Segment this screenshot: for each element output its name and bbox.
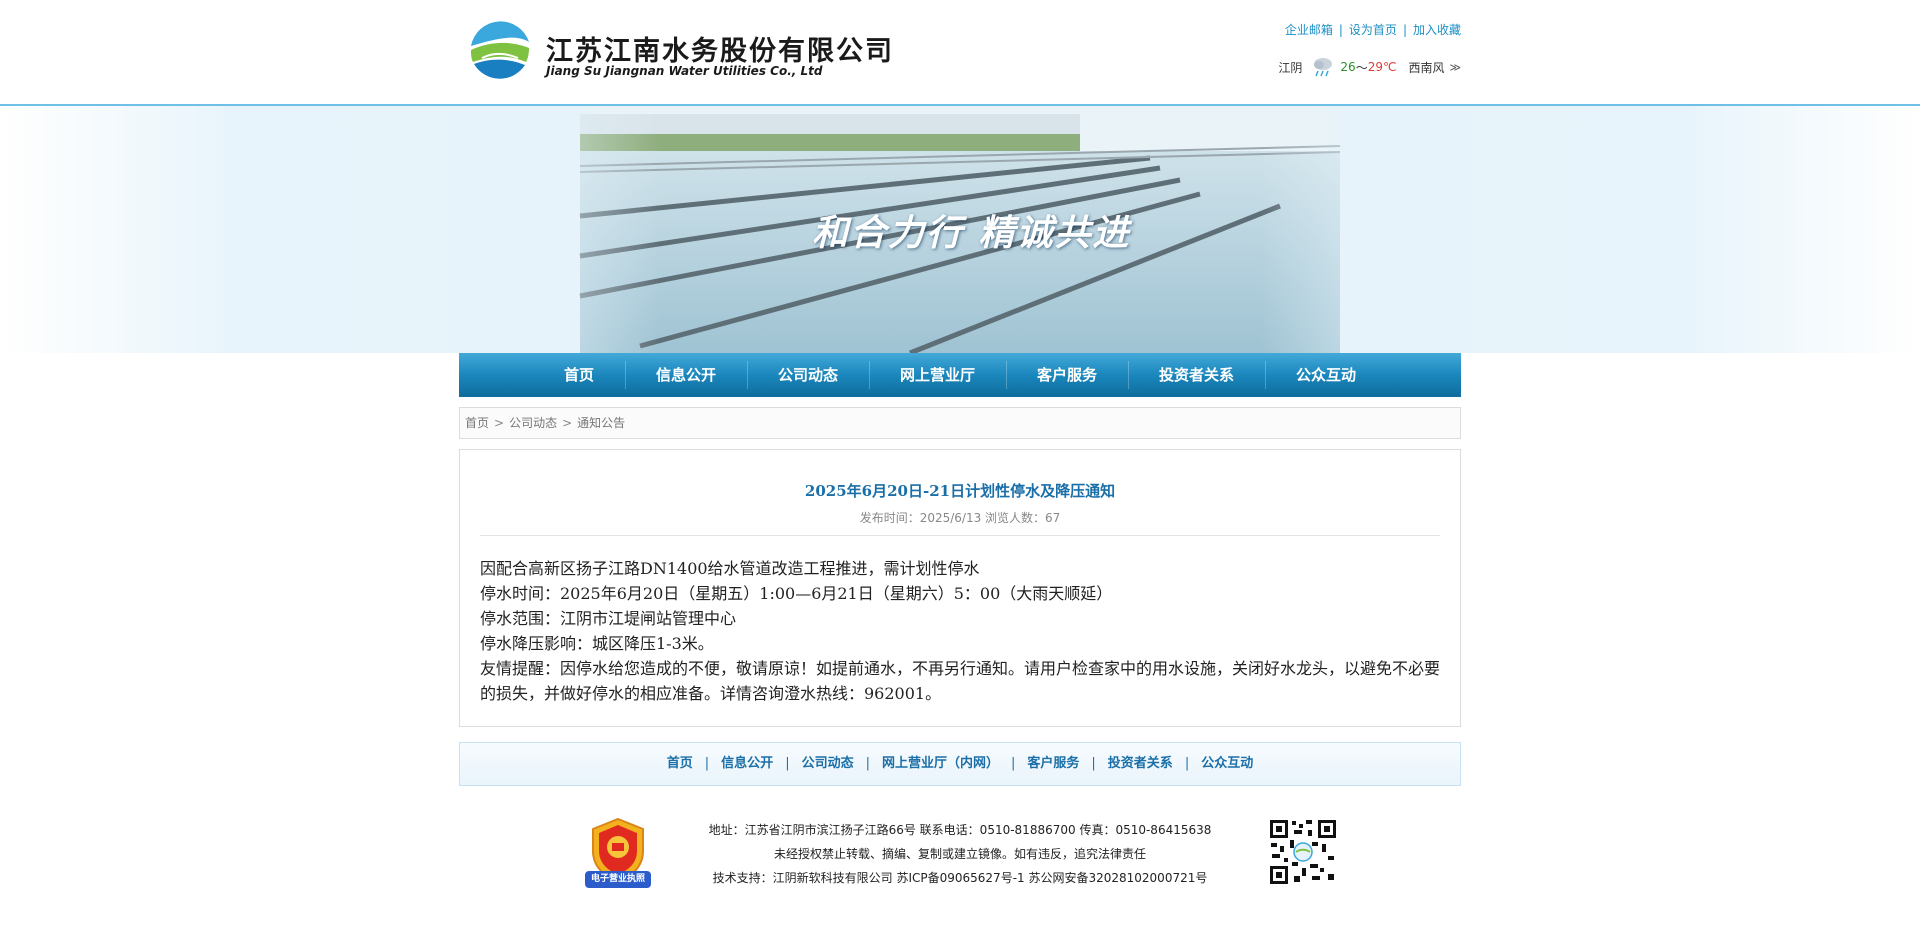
link-set-homepage[interactable]: 设为首页 [1349, 23, 1397, 37]
footer-address-line: 地址：江苏省江阴市滨江扬子江路66号 联系电话：0510-81886700 传真… [708, 823, 1212, 837]
main-nav: 首页 信息公开 公司动态 网上营业厅 客户服务 投资者关系 公众互动 [459, 353, 1461, 397]
nav-investor-relations[interactable]: 投资者关系 [1128, 353, 1265, 397]
separator: | [1184, 756, 1190, 771]
article-paragraph: 停水时间：2025年6月20日（星期五）1:00—6月21日（星期六）5：00（… [480, 584, 1113, 603]
banner-slogan: 和合力行 精诚共进 [812, 213, 1131, 254]
company-logo-icon[interactable] [468, 20, 532, 84]
footer-info: 地址：江苏省江阴市滨江扬子江路66号 联系电话：0510-81886700 传真… [660, 818, 1260, 890]
rain-cloud-icon [1314, 58, 1333, 77]
hero-banner: 和合力行 精诚共进 [0, 106, 1920, 353]
breadcrumb-company-news[interactable]: 公司动态 [509, 416, 557, 430]
footer-tech-support-line: 技术支持：江阴新软科技有限公司 苏ICP备09065627号-1 苏公网安备32… [712, 871, 1208, 885]
breadcrumb-notices[interactable]: 通知公告 [577, 416, 625, 430]
footer-nav-online-service-hall[interactable]: 网上营业厅（内网） [882, 756, 999, 771]
breadcrumb-chevron-icon: > [494, 416, 505, 430]
business-license-label[interactable]: 电子营业执照 [585, 871, 651, 888]
weather-widget: 江阴 26 ～ 29℃ 西南风 ≫ [1278, 54, 1461, 80]
temp-separator: ～ [1355, 60, 1368, 75]
link-add-favorite[interactable]: 加入收藏 [1413, 23, 1461, 37]
nav-company-news[interactable]: 公司动态 [746, 353, 869, 397]
article-paragraph: 友情提醒：因停水给您造成的不便，敬请原谅！如提前通水，不再另行通知。请用户检查家… [480, 659, 1441, 703]
article-body: 因配合高新区扬子江路DN1400给水管道改造工程推进，需计划性停水 停水时间：2… [480, 556, 1440, 706]
nav-online-service-hall[interactable]: 网上营业厅 [868, 353, 1006, 397]
separator: | [785, 756, 790, 771]
article-title: 2025年6月20日-21日计划性停水及降压通知 [804, 482, 1116, 500]
temp-low: 26 [1340, 60, 1356, 74]
footer-nav: 首页 | 信息公开 | 公司动态 | 网上营业厅（内网） | 客户服务 | 投资者关系 | 公众互动 [459, 742, 1461, 786]
company-name: 江苏江南水务股份有限公司 [546, 36, 894, 67]
footer-nav-customer-service[interactable]: 客户服务 [1027, 756, 1079, 771]
footer-nav-info-disclosure[interactable]: 信息公开 [721, 756, 773, 771]
breadcrumb-home[interactable]: 首页 [465, 416, 489, 430]
article-panel: 2025年6月20日-21日计划性停水及降压通知 发布时间：2025/6/13 … [459, 449, 1461, 727]
separator: | [1011, 756, 1016, 771]
footer-nav-company-news[interactable]: 公司动态 [802, 756, 854, 771]
link-enterprise-mail[interactable]: 企业邮箱 [1285, 23, 1333, 37]
temp-high: 29℃ [1367, 60, 1397, 74]
nav-home[interactable]: 首页 [533, 353, 625, 397]
weather-more-icon[interactable]: ≫ [1449, 61, 1461, 74]
top-links: 企业邮箱 | 设为首页 | 加入收藏 [1285, 21, 1461, 38]
article-meta: 发布时间：2025/6/13 浏览人数：67 [480, 509, 1440, 536]
separator: | [704, 756, 710, 771]
article-paragraph: 因配合高新区扬子江路DN1400给水管道改造工程推进，需计划性停水 [480, 559, 980, 578]
breadcrumb-chevron-icon: > [562, 416, 573, 430]
separator: | [865, 756, 870, 771]
article-paragraph: 停水降压影响：城区降压1-3米。 [480, 634, 714, 653]
footer-nav-public-interaction[interactable]: 公众互动 [1201, 756, 1253, 771]
article-paragraph: 停水范围：江阴市江堤闸站管理中心 [480, 609, 737, 628]
qr-code-icon [1268, 818, 1338, 886]
weather-city: 江阴 [1278, 60, 1303, 75]
separator: | [1338, 23, 1343, 37]
footer-copyright-line: 未经授权禁止转载、摘编、复制或建立镜像。如有违反，追究法律责任 [773, 847, 1146, 861]
breadcrumb: 首页 > 公司动态 > 通知公告 [459, 407, 1461, 439]
site-header: 江苏江南水务股份有限公司 Jiang Su Jiangnan Water Uti… [0, 0, 1920, 106]
footer-nav-investor-relations[interactable]: 投资者关系 [1108, 756, 1173, 771]
nav-customer-service[interactable]: 客户服务 [1006, 353, 1128, 397]
nav-public-interaction[interactable]: 公众互动 [1265, 353, 1387, 397]
footer-nav-home[interactable]: 首页 [667, 756, 693, 771]
company-name-en: Jiang Su Jiangnan Water Utilities Co., L… [546, 64, 823, 78]
separator: | [1091, 756, 1096, 771]
wind-direction: 西南风 [1408, 60, 1445, 75]
separator: | [1402, 23, 1407, 37]
nav-info-disclosure[interactable]: 信息公开 [624, 353, 747, 397]
